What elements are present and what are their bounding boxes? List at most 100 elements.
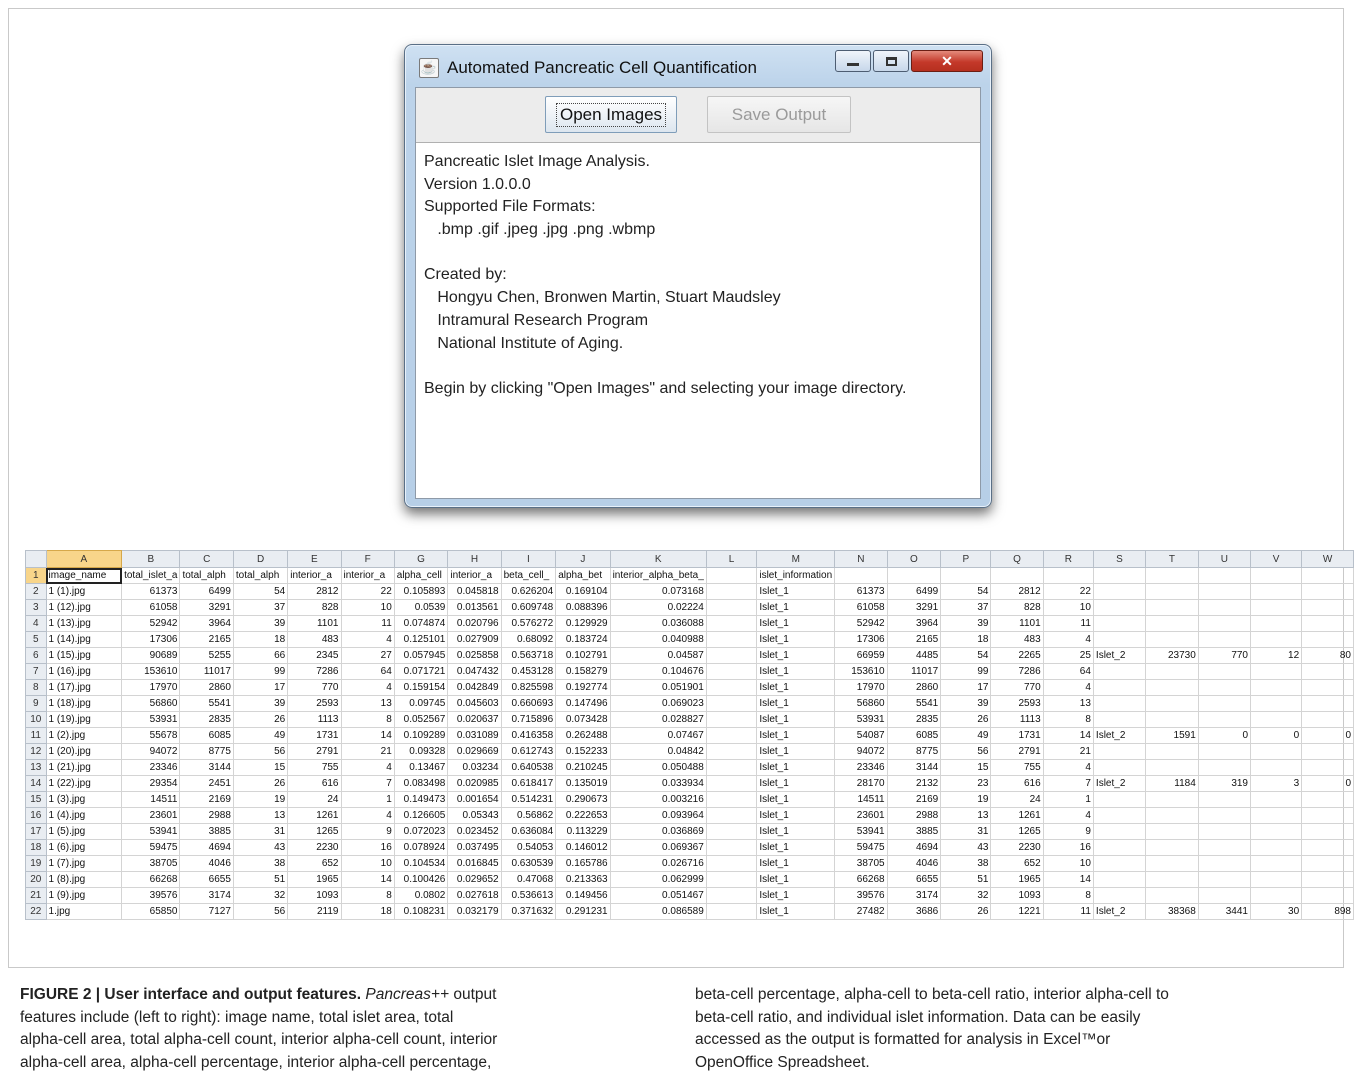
table-cell[interactable]: 53931 — [121, 711, 181, 728]
table-cell[interactable]: 64 — [340, 663, 395, 680]
table-cell[interactable]: 0.027909 — [447, 631, 502, 648]
table-cell[interactable]: 0.416358 — [500, 727, 557, 744]
column-header[interactable]: Q — [990, 550, 1044, 568]
table-cell[interactable] — [1092, 855, 1146, 872]
table-cell[interactable]: 2451 — [179, 775, 234, 792]
column-header[interactable]: M — [756, 550, 836, 568]
column-header[interactable]: T — [1144, 550, 1199, 568]
table-cell[interactable]: Islet_1 — [756, 727, 836, 744]
table-cell[interactable]: 1 (21).jpg — [45, 759, 123, 776]
row-number[interactable]: 15 — [25, 791, 47, 808]
table-cell[interactable] — [1301, 855, 1354, 872]
table-cell[interactable]: 0.032179 — [447, 903, 502, 920]
table-cell[interactable]: 1265 — [287, 823, 342, 840]
table-cell[interactable]: 28170 — [834, 775, 888, 792]
table-cell[interactable]: 770 — [990, 679, 1044, 696]
table-cell[interactable]: 4 — [340, 807, 395, 824]
table-cell[interactable]: 0.183724 — [555, 631, 611, 648]
table-cell[interactable] — [705, 743, 758, 760]
table-cell[interactable]: 0.04587 — [609, 647, 707, 664]
table-cell[interactable] — [1197, 807, 1252, 824]
table-cell[interactable] — [1197, 887, 1252, 904]
row-number[interactable]: 21 — [25, 887, 47, 904]
table-cell[interactable]: 0.104676 — [609, 663, 707, 680]
table-cell[interactable]: 0.029652 — [447, 871, 502, 888]
table-cell[interactable] — [1301, 887, 1354, 904]
table-cell[interactable] — [1197, 695, 1252, 712]
column-header[interactable]: J — [555, 550, 611, 568]
table-cell[interactable]: 39576 — [834, 887, 888, 904]
table-cell[interactable] — [1144, 583, 1199, 600]
table-cell[interactable]: 1 (14).jpg — [45, 631, 123, 648]
row-number[interactable]: 4 — [25, 615, 47, 632]
table-cell[interactable]: 2345 — [287, 647, 342, 664]
table-cell[interactable]: 2988 — [179, 807, 234, 824]
table-cell[interactable]: 59475 — [121, 839, 181, 856]
table-cell[interactable]: 1261 — [287, 807, 342, 824]
table-cell[interactable]: interior_a — [447, 567, 502, 584]
table-cell[interactable]: 54087 — [834, 727, 888, 744]
table-cell[interactable]: Islet_1 — [756, 759, 836, 776]
table-cell[interactable] — [1249, 631, 1303, 648]
table-cell[interactable] — [1301, 711, 1354, 728]
table-cell[interactable]: 3441 — [1197, 903, 1252, 920]
table-cell[interactable]: 37 — [232, 599, 289, 616]
table-cell[interactable]: 22 — [1042, 583, 1094, 600]
table-cell[interactable]: 1 (17).jpg — [45, 679, 123, 696]
table-cell[interactable]: 4 — [340, 631, 395, 648]
table-cell[interactable]: 8 — [1042, 887, 1094, 904]
table-cell[interactable]: 1 (2).jpg — [45, 727, 123, 744]
table-cell[interactable]: 0.563718 — [500, 647, 557, 664]
row-number[interactable]: 12 — [25, 743, 47, 760]
table-cell[interactable]: 2860 — [179, 679, 234, 696]
table-cell[interactable]: 0.003216 — [609, 791, 707, 808]
table-cell[interactable]: 0.108231 — [393, 903, 449, 920]
table-cell[interactable]: 66268 — [121, 871, 181, 888]
table-cell[interactable]: 483 — [287, 631, 342, 648]
table-cell[interactable] — [705, 823, 758, 840]
table-cell[interactable]: 2169 — [179, 791, 234, 808]
table-cell[interactable] — [1301, 791, 1354, 808]
table-cell[interactable] — [1144, 839, 1199, 856]
table-cell[interactable] — [705, 615, 758, 632]
table-cell[interactable] — [1144, 695, 1199, 712]
table-cell[interactable]: 51 — [232, 871, 289, 888]
table-cell[interactable]: 0.149473 — [393, 791, 449, 808]
table-cell[interactable]: 0.069367 — [609, 839, 707, 856]
table-cell[interactable]: 483 — [990, 631, 1044, 648]
table-cell[interactable] — [1197, 679, 1252, 696]
table-cell[interactable]: 0.262488 — [555, 727, 611, 744]
table-cell[interactable]: 43 — [940, 839, 992, 856]
table-cell[interactable]: 0.640538 — [500, 759, 557, 776]
table-cell[interactable]: 9 — [340, 823, 395, 840]
table-cell[interactable] — [1197, 855, 1252, 872]
table-cell[interactable] — [1301, 631, 1354, 648]
table-cell[interactable]: 616 — [990, 775, 1044, 792]
table-cell[interactable]: 0.291231 — [555, 903, 611, 920]
table-cell[interactable]: 0.618417 — [500, 775, 557, 792]
table-cell[interactable]: 0.09745 — [393, 695, 449, 712]
table-cell[interactable]: 0.104534 — [393, 855, 449, 872]
table-cell[interactable]: 18 — [340, 903, 395, 920]
table-cell[interactable]: 5541 — [179, 695, 234, 712]
table-cell[interactable]: 66268 — [834, 871, 888, 888]
table-cell[interactable]: 56860 — [121, 695, 181, 712]
table-cell[interactable]: 8 — [340, 711, 395, 728]
table-cell[interactable]: 7286 — [990, 663, 1044, 680]
table-cell[interactable] — [1197, 759, 1252, 776]
table-cell[interactable]: 0.169104 — [555, 583, 611, 600]
table-cell[interactable]: 4485 — [886, 647, 942, 664]
table-cell[interactable]: 29354 — [121, 775, 181, 792]
table-cell[interactable]: 6499 — [179, 583, 234, 600]
table-cell[interactable]: 0.047432 — [447, 663, 502, 680]
table-cell[interactable]: 2988 — [886, 807, 942, 824]
table-cell[interactable]: 898 — [1301, 903, 1354, 920]
table-cell[interactable]: 17970 — [834, 679, 888, 696]
table-cell[interactable]: 3 — [1249, 775, 1303, 792]
table-cell[interactable]: Islet_1 — [756, 807, 836, 824]
table-cell[interactable]: 0.051467 — [609, 887, 707, 904]
table-cell[interactable]: 3291 — [179, 599, 234, 616]
column-header[interactable]: C — [179, 550, 234, 568]
table-cell[interactable]: Islet_1 — [756, 903, 836, 920]
table-cell[interactable] — [1249, 711, 1303, 728]
